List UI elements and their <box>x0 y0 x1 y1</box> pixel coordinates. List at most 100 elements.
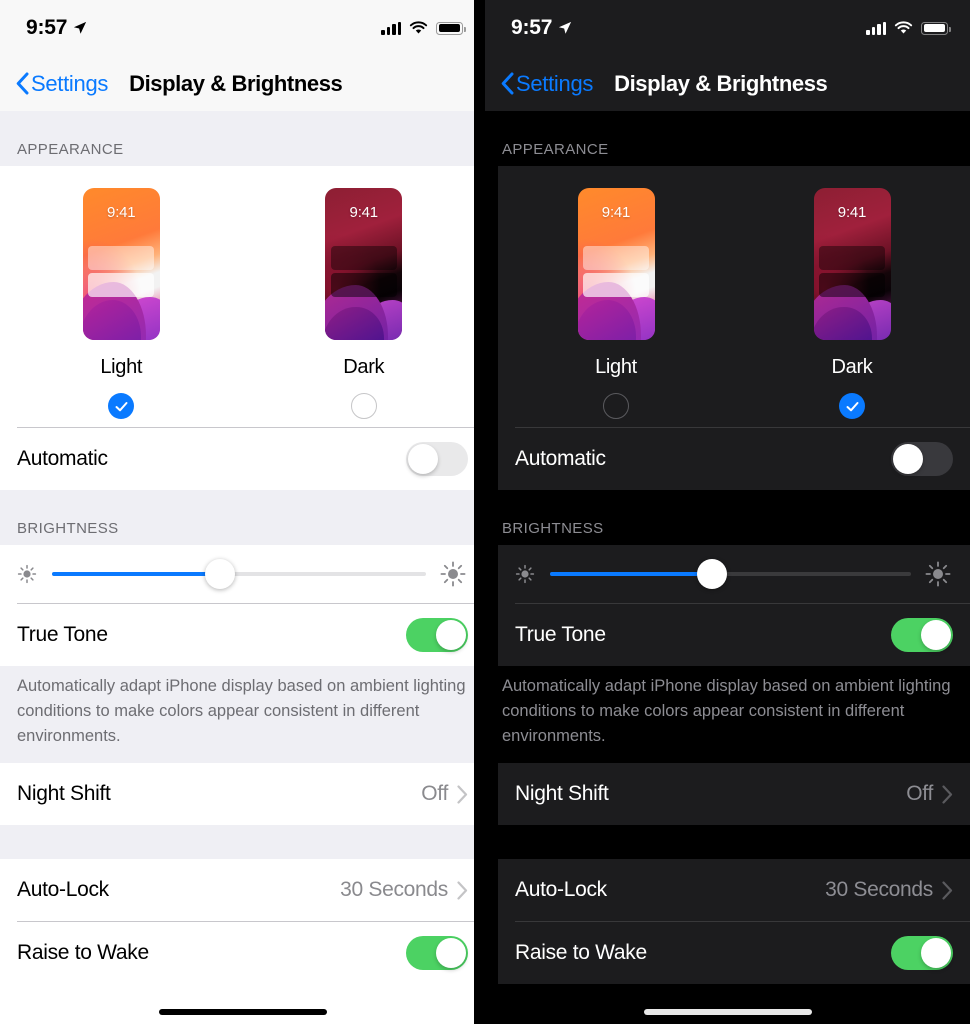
true-tone-footnote: Automatically adapt iPhone display based… <box>17 677 466 745</box>
appearance-card: 9:41 Light 9:41 Dark Automatic <box>0 166 485 490</box>
appearance-option-label: Dark <box>831 356 873 378</box>
sun-high-icon <box>925 561 951 587</box>
section-gap <box>485 825 970 859</box>
location-arrow-icon <box>559 21 572 34</box>
light-radio-selected[interactable] <box>108 393 135 419</box>
night-shift-value-group: Off <box>906 782 953 806</box>
thumbnail-clock: 9:41 <box>837 204 867 221</box>
true-tone-row[interactable]: True Tone <box>0 604 485 666</box>
thumbnail-clock: 9:41 <box>349 204 379 221</box>
night-shift-row[interactable]: Night Shift Off <box>498 763 970 825</box>
auto-lock-label: Auto-Lock <box>17 878 109 901</box>
appearance-options: 9:41 Light 9:41 Dark <box>0 166 485 427</box>
back-button-label: Settings <box>516 70 594 96</box>
raise-to-wake-row[interactable]: Raise to Wake <box>498 922 970 984</box>
appearance-option-dark[interactable]: 9:41 Dark <box>734 188 970 419</box>
appearance-section-header: APPEARANCE <box>502 141 609 158</box>
status-bar-time: 9:57 <box>26 16 68 39</box>
wifi-icon <box>894 21 913 34</box>
chevron-right-icon <box>942 784 953 804</box>
cellular-signal-icon <box>866 21 886 35</box>
raise-to-wake-toggle[interactable] <box>406 936 468 970</box>
raise-to-wake-row[interactable]: Raise to Wake <box>0 922 485 984</box>
auto-lock-row[interactable]: Auto-Lock 30 Seconds <box>498 859 970 921</box>
location-arrow-icon <box>74 21 87 34</box>
navigation-bar: Settings Display & Brightness <box>0 56 485 111</box>
status-bar: 9:57 <box>485 0 970 56</box>
cellular-signal-icon <box>381 21 401 35</box>
auto-lock-value-group: 30 Seconds <box>340 878 468 902</box>
brightness-track[interactable] <box>52 559 426 589</box>
section-gap <box>0 825 485 859</box>
light-wallpaper-thumbnail: 9:41 <box>82 188 160 340</box>
auto-lock-value-group: 30 Seconds <box>825 878 953 902</box>
automatic-toggle[interactable] <box>406 442 468 476</box>
chevron-left-icon <box>501 72 514 95</box>
status-bar-time-group: 9:57 <box>26 16 87 40</box>
status-bar-time-group: 9:57 <box>511 16 572 40</box>
dual-panel-comparison: 9:57 Settings Display & Brightness APPEA… <box>0 0 970 1024</box>
appearance-option-light[interactable]: 9:41 Light <box>0 188 243 419</box>
home-indicator[interactable] <box>158 1009 327 1015</box>
appearance-section-header: APPEARANCE <box>17 141 124 158</box>
appearance-option-label: Dark <box>343 356 385 378</box>
night-shift-label: Night Shift <box>17 782 111 805</box>
true-tone-toggle[interactable] <box>406 618 468 652</box>
chevron-left-icon <box>16 72 29 95</box>
status-bar-indicators <box>381 21 466 35</box>
brightness-card: True Tone <box>498 545 970 666</box>
chevron-right-icon <box>457 784 468 804</box>
status-bar-time: 9:57 <box>511 16 553 39</box>
true-tone-toggle[interactable] <box>891 618 953 652</box>
dark-wallpaper-thumbnail: 9:41 <box>325 188 403 340</box>
auto-lock-value: 30 Seconds <box>825 878 933 901</box>
battery-full-icon <box>436 21 466 35</box>
thumbnail-clock: 9:41 <box>601 204 631 221</box>
checkmark-icon <box>115 401 128 411</box>
appearance-option-light[interactable]: 9:41 Light <box>498 188 734 419</box>
page-title: Display & Brightness <box>129 70 343 96</box>
back-button[interactable]: Settings <box>16 71 108 97</box>
display-options-card: Auto-Lock 30 Seconds Raise to Wake <box>0 859 485 984</box>
home-indicator[interactable] <box>643 1009 812 1015</box>
brightness-section-header: BRIGHTNESS <box>502 520 604 537</box>
automatic-row[interactable]: Automatic <box>0 428 485 490</box>
light-mode-panel: 9:57 Settings Display & Brightness APPEA… <box>0 0 485 1024</box>
dark-radio-selected[interactable] <box>839 393 865 419</box>
status-bar-indicators <box>866 21 951 35</box>
status-bar: 9:57 <box>0 0 485 56</box>
chevron-right-icon <box>942 880 953 900</box>
appearance-option-label: Light <box>100 356 143 378</box>
brightness-track[interactable] <box>550 559 911 589</box>
dark-wallpaper-thumbnail: 9:41 <box>813 188 891 340</box>
sun-low-icon <box>17 564 37 584</box>
true-tone-row[interactable]: True Tone <box>498 604 970 666</box>
night-shift-card: Night Shift Off <box>0 763 485 825</box>
checkmark-icon <box>846 401 858 411</box>
navigation-bar: Settings Display & Brightness <box>485 56 970 111</box>
appearance-option-dark[interactable]: 9:41 Dark <box>243 188 486 419</box>
brightness-section-header: BRIGHTNESS <box>17 520 119 537</box>
true-tone-footnote: Automatically adapt iPhone display based… <box>502 677 951 745</box>
auto-lock-row[interactable]: Auto-Lock 30 Seconds <box>0 859 485 921</box>
sun-low-icon <box>515 564 535 584</box>
light-radio-unselected[interactable] <box>603 393 629 419</box>
true-tone-label: True Tone <box>515 623 606 646</box>
appearance-option-label: Light <box>595 356 637 378</box>
automatic-row[interactable]: Automatic <box>498 428 970 490</box>
raise-to-wake-toggle[interactable] <box>891 936 953 970</box>
night-shift-row[interactable]: Night Shift Off <box>0 763 485 825</box>
brightness-slider-row <box>0 545 485 603</box>
night-shift-label: Night Shift <box>515 782 609 805</box>
display-options-card: Auto-Lock 30 Seconds Raise to Wake <box>498 859 970 984</box>
back-button-label: Settings <box>31 70 109 96</box>
auto-lock-label: Auto-Lock <box>515 878 607 901</box>
dark-radio-unselected[interactable] <box>350 393 377 419</box>
night-shift-value-group: Off <box>421 782 468 806</box>
page-title: Display & Brightness <box>614 70 828 96</box>
settings-content: APPEARANCE 9:41 Light 9:41 Dark Automati… <box>485 111 970 984</box>
light-wallpaper-thumbnail: 9:41 <box>577 188 655 340</box>
automatic-toggle[interactable] <box>891 442 953 476</box>
brightness-card: True Tone <box>0 545 485 666</box>
back-button[interactable]: Settings <box>501 71 593 97</box>
